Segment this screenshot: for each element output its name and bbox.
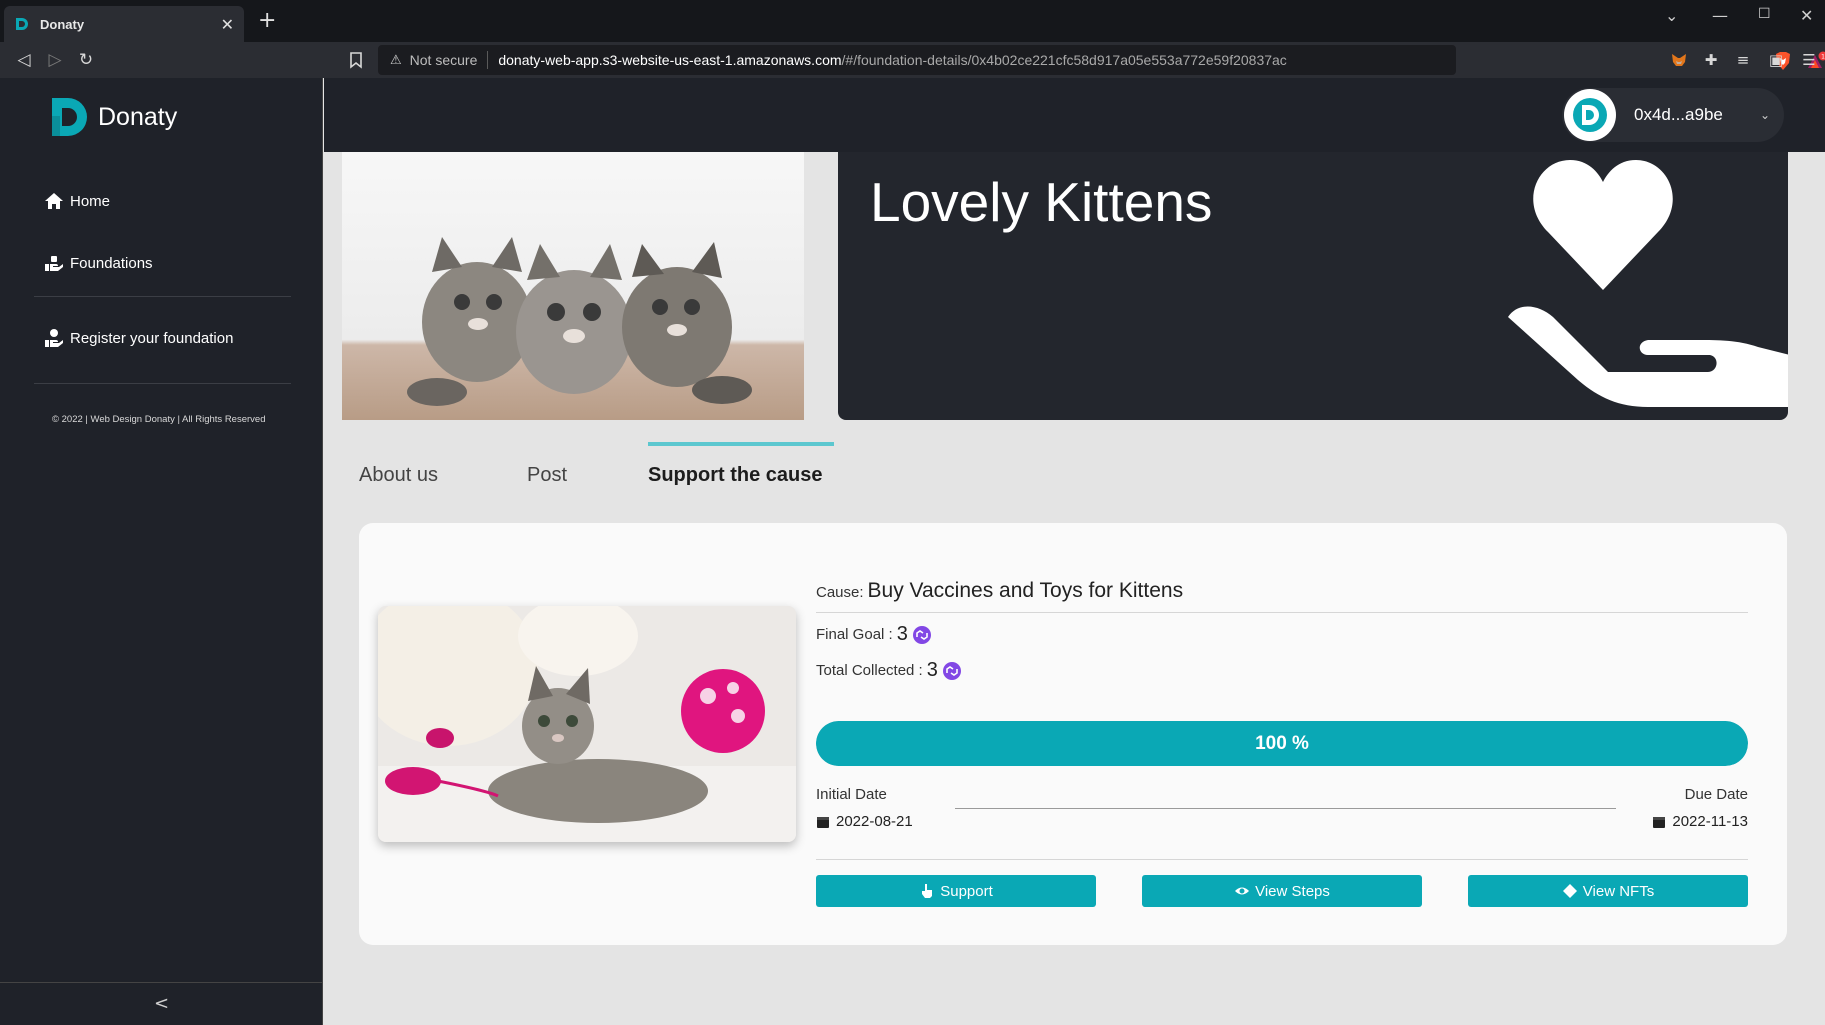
collapse-sidebar-button[interactable]: < xyxy=(0,982,323,1025)
register-icon xyxy=(45,329,63,347)
url-path: /#/foundation-details/0x4b02ce221cfc58d9… xyxy=(841,52,1287,68)
support-button-label: Support xyxy=(940,882,993,900)
browser-tab-donaty[interactable]: Donaty ✕ xyxy=(4,6,244,42)
date-timeline xyxy=(955,808,1616,809)
url-separator xyxy=(487,51,489,69)
home-icon xyxy=(45,193,63,209)
cause-info: Cause: Buy Vaccines and Toys for Kittens… xyxy=(816,523,1748,945)
hand-donate-icon xyxy=(45,256,63,271)
avatar xyxy=(1564,89,1616,141)
chevron-down-icon: ⌄ xyxy=(1759,108,1770,122)
sidebar-item-label: Home xyxy=(70,192,111,210)
back-icon[interactable]: ◁ xyxy=(12,48,36,72)
sidebar-item-home[interactable]: Home xyxy=(44,191,110,211)
sidebar-divider xyxy=(34,383,291,384)
copyright: © 2022 | Web Design Donaty | All Rights … xyxy=(52,414,266,425)
final-goal-value: 3 xyxy=(896,623,908,645)
cause-title-row: Cause: Buy Vaccines and Toys for Kittens xyxy=(816,579,1183,603)
cause-divider xyxy=(816,612,1748,613)
eye-icon xyxy=(1235,887,1250,895)
view-steps-button-label: View Steps xyxy=(1255,882,1330,900)
active-tab-indicator xyxy=(648,442,834,446)
due-date-value: 2022-11-13 xyxy=(1672,813,1748,830)
view-nfts-button-label: View NFTs xyxy=(1582,882,1655,900)
view-nfts-button[interactable]: View NFTs xyxy=(1468,875,1748,907)
foundation-header: Lovely Kittens xyxy=(838,152,1788,420)
cause-image xyxy=(378,606,796,842)
tab-about-us[interactable]: About us xyxy=(359,464,438,487)
initial-date-value: 2022-08-21 xyxy=(836,813,913,830)
matic-coin-icon xyxy=(942,661,961,680)
donaty-logo-icon xyxy=(52,98,87,136)
initial-date-label: Initial Date xyxy=(816,786,887,803)
address-bar[interactable]: ⚠ Not secure donaty-web-app.s3-website-u… xyxy=(378,45,1825,75)
matic-coin-icon xyxy=(912,625,931,644)
hand-pointer-icon xyxy=(922,884,933,898)
total-collected-label: Total Collected : xyxy=(816,662,923,679)
wallet-icon[interactable]: ▣ xyxy=(1767,51,1785,69)
sidebar-divider xyxy=(34,296,291,297)
due-date: 2022-11-13 xyxy=(1652,813,1748,830)
browser-toolbar: ◁ ▷ ↻ ⚠ Not secure donaty-web-app.s3-web… xyxy=(0,42,1825,78)
total-collected-value: 3 xyxy=(926,659,938,681)
page: Donaty Home Foundations Register your fo… xyxy=(0,78,1825,1025)
initial-date: 2022-08-21 xyxy=(816,813,913,830)
maximize-icon[interactable]: ☐ xyxy=(1758,6,1771,22)
url-host: donaty-web-app.s3-website-us-east-1.amaz… xyxy=(498,52,842,68)
wallet-address: 0x4d...a9be xyxy=(1634,105,1723,124)
close-window-icon[interactable]: ✕ xyxy=(1800,6,1813,25)
account-dropdown[interactable]: 0x4d...a9be ⌄ xyxy=(1562,88,1784,142)
foundation-cover-image xyxy=(342,152,804,420)
new-tab-button[interactable]: + xyxy=(258,10,276,32)
warning-icon: ⚠ xyxy=(390,52,402,67)
progress-fill: 100 % xyxy=(816,721,1748,766)
support-button[interactable]: Support xyxy=(816,875,1096,907)
close-tab-icon[interactable]: ✕ xyxy=(221,15,234,34)
bookmark-icon[interactable] xyxy=(346,50,366,70)
calendar-icon xyxy=(1653,816,1666,828)
calendar-icon xyxy=(817,816,829,828)
heart-hand-icon xyxy=(1508,160,1788,407)
sidebar-item-foundations[interactable]: Foundations xyxy=(44,253,153,273)
forward-icon[interactable]: ▷ xyxy=(43,48,67,72)
svg-text:1: 1 xyxy=(1821,54,1825,61)
brand-logo[interactable]: Donaty xyxy=(50,96,177,138)
view-steps-button[interactable]: View Steps xyxy=(1142,875,1422,907)
funding-progress-bar: 100 % xyxy=(816,721,1748,766)
tab-search-chevron-icon[interactable]: ⌄ xyxy=(1665,6,1678,25)
sidebar-item-label: Register your foundation xyxy=(70,329,234,347)
progress-text: 100 % xyxy=(1255,732,1309,754)
donaty-favicon-icon xyxy=(16,18,28,30)
playlist-icon[interactable]: ≡ xyxy=(1734,51,1752,69)
brand-name: Donaty xyxy=(98,102,178,131)
tab-post[interactable]: Post xyxy=(527,464,567,487)
donaty-avatar-icon xyxy=(1573,98,1607,132)
due-date-label: Due Date xyxy=(1684,786,1748,803)
metamask-extension-icon[interactable] xyxy=(1670,51,1688,69)
security-label: Not secure xyxy=(409,52,478,68)
sidebar-item-label: Foundations xyxy=(70,254,153,272)
total-collected-row: Total Collected : 3 xyxy=(816,659,962,682)
sidebar-item-register[interactable]: Register your foundation xyxy=(44,328,233,348)
tab-title: Donaty xyxy=(40,16,85,32)
cause-title: Buy Vaccines and Toys for Kittens xyxy=(867,579,1184,602)
cause-label: Cause: xyxy=(816,584,864,601)
diamond-icon xyxy=(1562,884,1577,898)
foundation-name: Lovely Kittens xyxy=(870,171,1213,233)
tab-support-the-cause[interactable]: Support the cause xyxy=(648,464,822,487)
tab-strip: Donaty ✕ + ⌄ — ☐ ✕ xyxy=(0,0,1825,42)
minimize-icon[interactable]: — xyxy=(1712,6,1728,25)
extensions-puzzle-icon[interactable]: ✚ xyxy=(1702,51,1720,69)
menu-icon[interactable]: ☰ xyxy=(1800,51,1818,69)
sidebar: Donaty Home Foundations Register your fo… xyxy=(0,78,323,1025)
actions-divider xyxy=(816,859,1748,860)
reload-icon[interactable]: ↻ xyxy=(74,48,98,72)
final-goal-label: Final Goal : xyxy=(816,626,893,643)
browser-window: Donaty ✕ + ⌄ — ☐ ✕ ◁ ▷ ↻ ⚠ Not secure do… xyxy=(0,0,1825,1025)
cause-card: Cause: Buy Vaccines and Toys for Kittens… xyxy=(359,523,1787,945)
final-goal-row: Final Goal : 3 xyxy=(816,623,932,646)
